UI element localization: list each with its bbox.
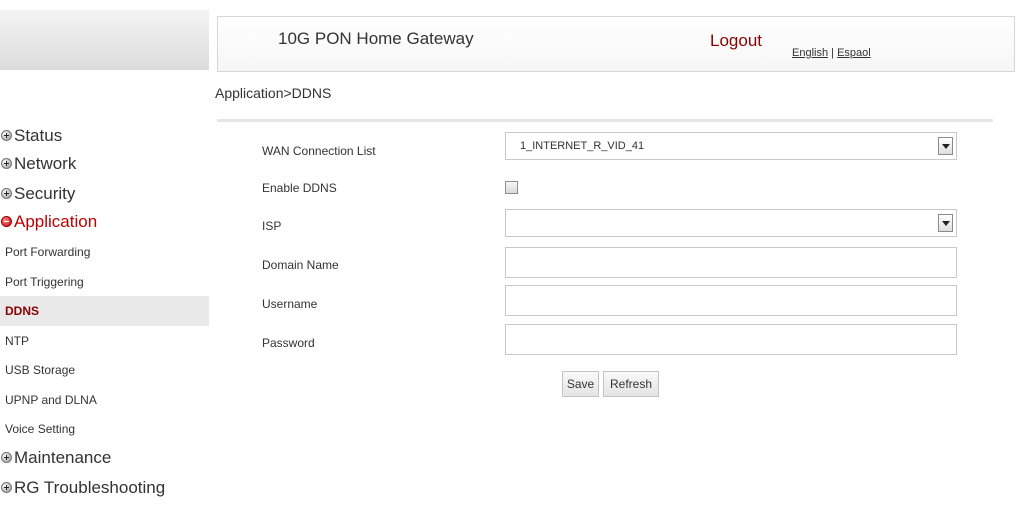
sidebar-header xyxy=(0,10,209,70)
wan-connection-label: WAN Connection List xyxy=(262,144,376,158)
dropdown-arrow-icon[interactable] xyxy=(938,137,953,155)
nav-application[interactable]: Application xyxy=(0,208,209,236)
wan-connection-select[interactable]: 1_INTERNET_R_VID_41 xyxy=(505,132,957,160)
nav-ntp[interactable]: NTP xyxy=(0,326,209,356)
nav-port-triggering-label: Port Triggering xyxy=(5,275,84,289)
nav-voice-setting-label: Voice Setting xyxy=(5,422,76,436)
nav-security-label: Security xyxy=(14,184,76,203)
language-switch: English | Espaol xyxy=(792,47,871,59)
nav-application-label: Application xyxy=(14,212,98,231)
domain-name-label: Domain Name xyxy=(262,258,339,272)
lang-espanol-link[interactable]: Espaol xyxy=(837,47,871,59)
gateway-title: 10G PON Home Gateway xyxy=(278,29,474,48)
nav-ddns-label: DDNS xyxy=(5,304,40,318)
nav-usb-storage[interactable]: USB Storage xyxy=(0,355,209,385)
username-input[interactable] xyxy=(505,285,957,316)
nav-network-label: Network xyxy=(14,154,77,173)
nav-upnp-dlna-label: UPNP and DLNA xyxy=(5,393,97,407)
refresh-button[interactable]: Refresh xyxy=(603,371,659,397)
nav-port-triggering[interactable]: Port Triggering xyxy=(0,267,209,297)
save-button[interactable]: Save xyxy=(562,371,599,397)
expand-plus-icon xyxy=(1,452,12,463)
nav-maintenance-label: Maintenance xyxy=(14,448,112,467)
username-label: Username xyxy=(262,297,318,311)
expand-plus-icon xyxy=(1,130,12,141)
nav-upnp-dlna[interactable]: UPNP and DLNA xyxy=(0,385,209,415)
nav-security[interactable]: Security xyxy=(0,180,209,208)
nav-maintenance[interactable]: Maintenance xyxy=(0,444,209,472)
nav-ddns[interactable]: DDNS xyxy=(0,296,209,326)
lang-separator: | xyxy=(828,47,838,59)
isp-label: ISP xyxy=(262,219,282,233)
nav-rg-troubleshooting-label: RG Troubleshooting xyxy=(14,478,166,497)
nav-port-forwarding[interactable]: Port Forwarding xyxy=(0,237,209,267)
sidebar: Status Network Security Application Port… xyxy=(0,0,209,514)
dropdown-arrow-icon[interactable] xyxy=(938,214,953,232)
nav-ntp-label: NTP xyxy=(5,334,29,348)
nav-usb-storage-label: USB Storage xyxy=(5,363,76,377)
isp-select[interactable] xyxy=(505,209,957,237)
password-label: Password xyxy=(262,336,315,350)
nav-port-forwarding-label: Port Forwarding xyxy=(5,245,91,259)
nav-status[interactable]: Status xyxy=(0,122,209,150)
enable-ddns-label: Enable DDNS xyxy=(262,181,337,195)
nav-network[interactable]: Network xyxy=(0,150,209,178)
nav-voice-setting[interactable]: Voice Setting xyxy=(0,414,209,444)
collapse-minus-icon xyxy=(1,216,12,227)
expand-plus-icon xyxy=(1,158,12,169)
lang-english-link[interactable]: English xyxy=(792,47,828,59)
breadcrumb: Application>DDNS xyxy=(215,85,332,101)
divider xyxy=(217,119,993,122)
header-bar: 10G PON Home Gateway Logout English | Es… xyxy=(217,16,1015,72)
nav-status-label: Status xyxy=(14,126,63,145)
nav-rg-troubleshooting[interactable]: RG Troubleshooting xyxy=(0,474,209,502)
password-input[interactable] xyxy=(505,324,957,355)
wan-connection-value: 1_INTERNET_R_VID_41 xyxy=(520,140,645,152)
logout-link[interactable]: Logout xyxy=(710,31,762,51)
expand-plus-icon xyxy=(1,188,12,199)
domain-name-input[interactable] xyxy=(505,247,957,278)
expand-plus-icon xyxy=(1,482,12,493)
enable-ddns-checkbox[interactable] xyxy=(505,181,518,194)
